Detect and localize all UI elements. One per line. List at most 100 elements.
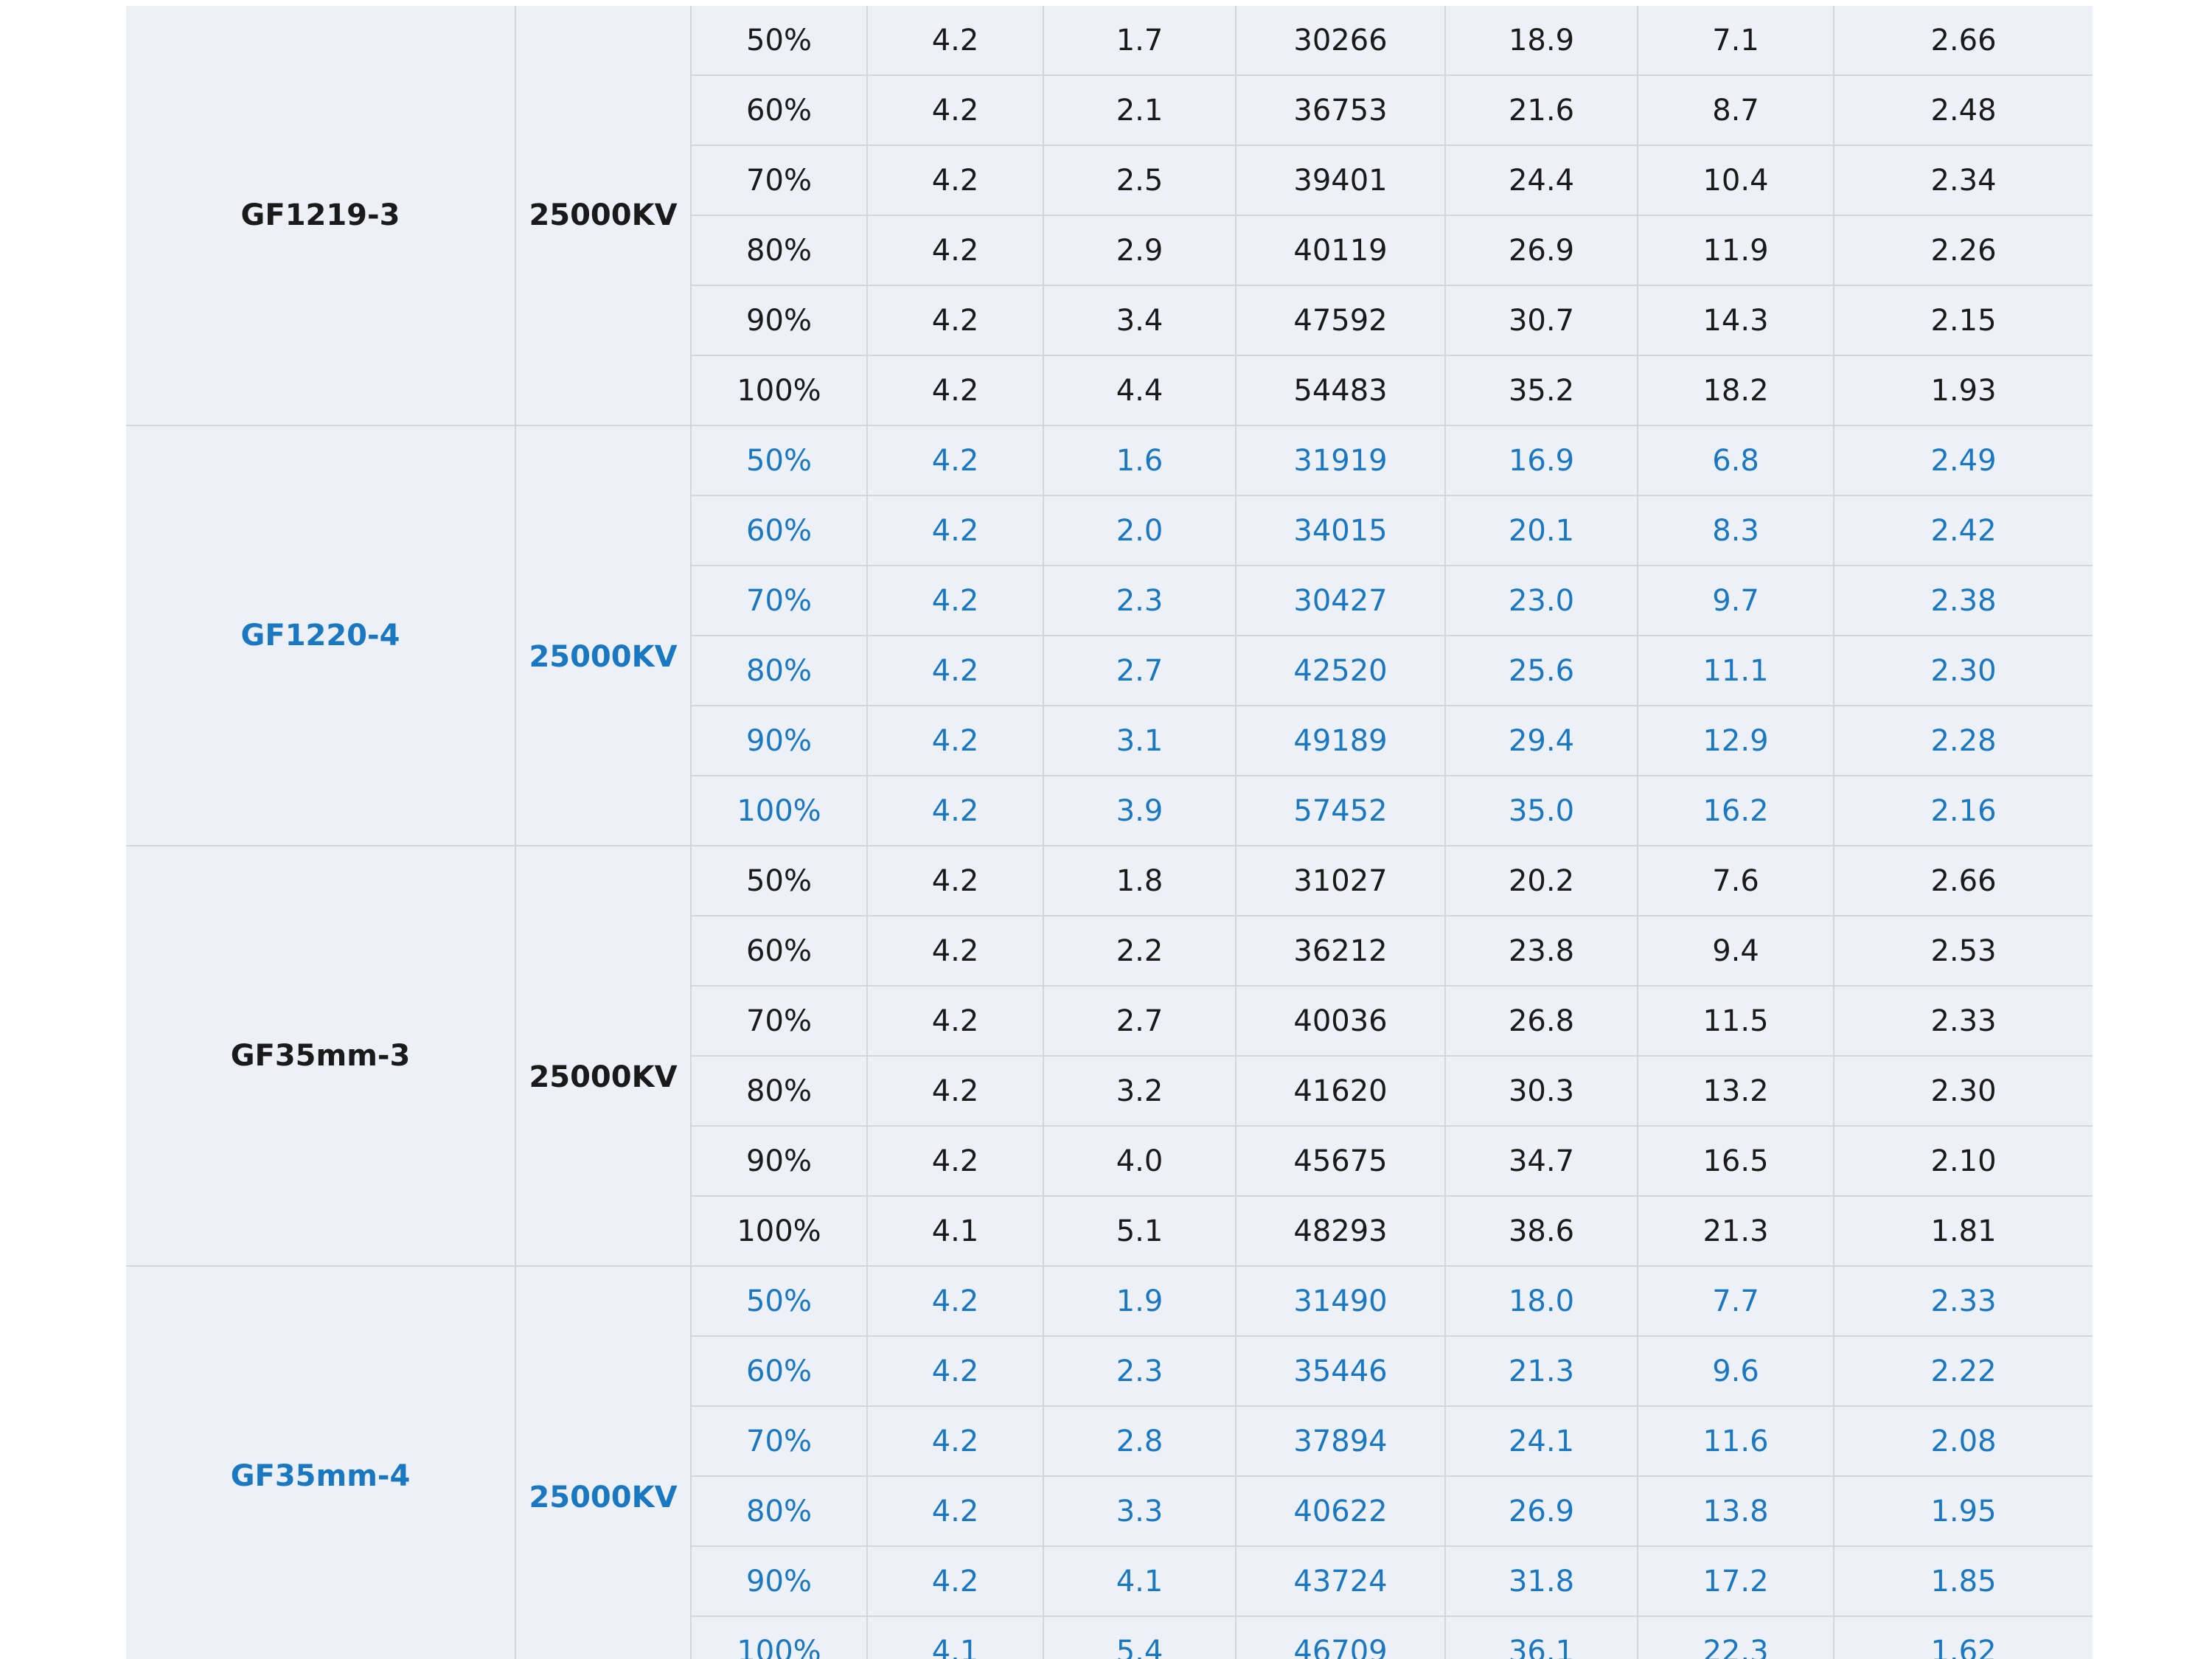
current-cell: 1.8 [1043,845,1237,917]
efficiency-cell: 2.26 [1833,215,2093,286]
power-cell: 9.6 [1637,1335,1834,1407]
rpm-cell: 31027 [1235,845,1446,917]
throttle-cell: 80% [691,1475,868,1547]
power-cell: 13.2 [1637,1055,1834,1127]
throttle-cell: 100% [691,355,868,426]
thrust-cell: 26.9 [1444,215,1638,286]
efficiency-cell: 2.30 [1833,1055,2093,1127]
efficiency-cell: 2.22 [1833,1335,2093,1407]
rpm-cell: 48293 [1235,1195,1446,1267]
efficiency-cell: 2.33 [1833,985,2093,1057]
power-cell: 12.9 [1637,705,1834,776]
current-cell: 3.9 [1043,775,1237,846]
voltage-cell: 4.2 [866,985,1044,1057]
throttle-cell: 80% [691,215,868,286]
throttle-cell: 100% [691,775,868,846]
throttle-cell: 90% [691,705,868,776]
rpm-cell: 39401 [1235,145,1446,216]
thrust-cell: 35.2 [1444,355,1638,426]
current-cell: 4.0 [1043,1125,1237,1197]
rpm-cell: 49189 [1235,705,1446,776]
voltage-cell: 4.2 [866,1125,1044,1197]
power-cell: 16.2 [1637,775,1834,846]
thrust-cell: 34.7 [1444,1125,1638,1197]
rpm-cell: 45675 [1235,1125,1446,1197]
power-cell: 17.2 [1637,1545,1834,1617]
efficiency-cell: 1.62 [1833,1615,2093,1659]
rpm-cell: 36212 [1235,915,1446,987]
efficiency-cell: 2.48 [1833,74,2093,146]
power-cell: 11.5 [1637,985,1834,1057]
current-cell: 2.9 [1043,215,1237,286]
thrust-cell: 20.1 [1444,495,1638,566]
current-cell: 2.3 [1043,565,1237,636]
table-row: GF35mm-3 25000KV 50% 4.2 1.8 31027 20.2 … [126,845,2093,1267]
thrust-cell: 36.1 [1444,1615,1638,1659]
power-cell: 11.1 [1637,635,1834,706]
efficiency-cell: 2.28 [1833,705,2093,776]
voltage-cell: 4.2 [866,635,1044,706]
efficiency-cell: 2.16 [1833,775,2093,846]
voltage-cell: 4.2 [866,1055,1044,1127]
power-cell: 9.4 [1637,915,1834,987]
voltage-cell: 4.2 [866,215,1044,286]
voltage-cell: 4.2 [866,1265,1044,1337]
power-cell: 16.5 [1637,1125,1834,1197]
thrust-cell: 35.0 [1444,775,1638,846]
rpm-cell: 34015 [1235,495,1446,566]
thrust-cell: 23.8 [1444,915,1638,987]
kv-rating-cell: 25000KV [515,6,692,426]
current-cell: 2.5 [1043,145,1237,216]
power-cell: 21.3 [1637,1195,1834,1267]
rpm-cell: 35446 [1235,1335,1446,1407]
kv-rating-cell: 25000KV [515,845,692,1267]
current-cell: 2.3 [1043,1335,1237,1407]
voltage-cell: 4.2 [866,425,1044,496]
throttle-cell: 100% [691,1195,868,1267]
power-cell: 11.6 [1637,1405,1834,1477]
efficiency-cell: 2.10 [1833,1125,2093,1197]
throttle-cell: 80% [691,635,868,706]
power-cell: 10.4 [1637,145,1834,216]
voltage-cell: 4.2 [866,145,1044,216]
rpm-cell: 42520 [1235,635,1446,706]
rpm-cell: 30427 [1235,565,1446,636]
thrust-cell: 24.4 [1444,145,1638,216]
power-cell: 8.7 [1637,74,1834,146]
thrust-cell: 26.8 [1444,985,1638,1057]
voltage-cell: 4.2 [866,1545,1044,1617]
thrust-cell: 21.6 [1444,74,1638,146]
voltage-cell: 4.2 [866,915,1044,987]
efficiency-cell: 2.15 [1833,285,2093,356]
throttle-cell: 90% [691,1125,868,1197]
current-cell: 3.2 [1043,1055,1237,1127]
voltage-cell: 4.2 [866,495,1044,566]
thrust-cell: 38.6 [1444,1195,1638,1267]
power-cell: 14.3 [1637,285,1834,356]
efficiency-cell: 2.66 [1833,845,2093,917]
rpm-cell: 40119 [1235,215,1446,286]
throttle-cell: 50% [690,845,868,917]
voltage-cell: 4.2 [866,1335,1044,1407]
rpm-cell: 54483 [1235,355,1446,426]
voltage-cell: 4.2 [866,705,1044,776]
current-cell: 2.7 [1043,985,1237,1057]
power-cell: 7.1 [1637,6,1834,76]
rpm-cell: 57452 [1235,775,1446,846]
current-cell: 4.4 [1043,355,1237,426]
current-cell: 2.2 [1043,915,1237,987]
throttle-cell: 60% [691,915,868,987]
rpm-cell: 31490 [1235,1265,1446,1337]
power-cell: 9.7 [1637,565,1834,636]
power-cell: 22.3 [1637,1615,1834,1659]
throttle-cell: 50% [690,1265,868,1337]
rpm-cell: 47592 [1235,285,1446,356]
voltage-cell: 4.1 [866,1195,1044,1267]
thrust-cell: 18.0 [1444,1265,1638,1337]
thrust-cell: 25.6 [1444,635,1638,706]
rpm-cell: 46709 [1235,1615,1446,1659]
efficiency-cell: 1.81 [1833,1195,2093,1267]
thrust-cell: 16.9 [1444,425,1638,496]
current-cell: 1.6 [1043,425,1237,496]
thrust-cell: 20.2 [1444,845,1638,917]
